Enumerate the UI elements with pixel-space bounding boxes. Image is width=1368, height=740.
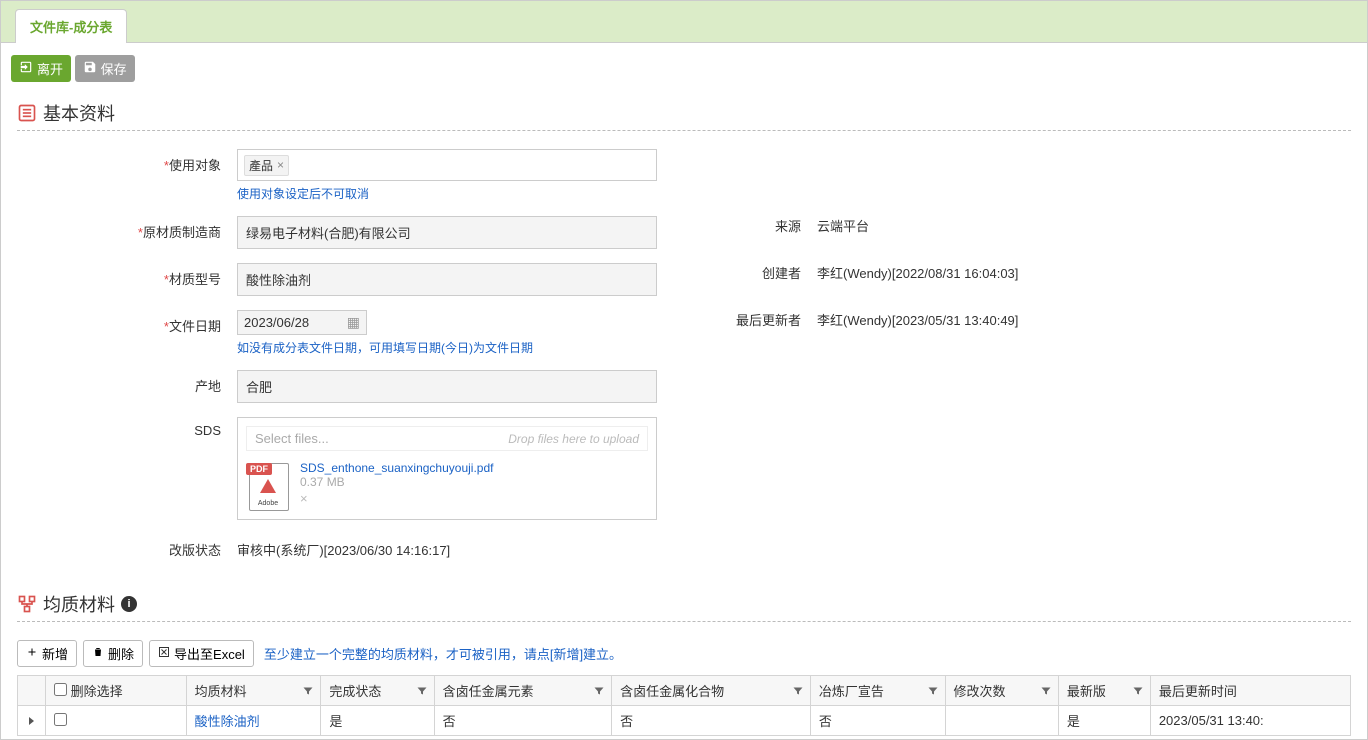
material-link[interactable]: 酸性除油剂 <box>195 714 260 729</box>
rev-status-value: 审核中(系统厂)[2023/06/30 14:16:17] <box>237 534 677 559</box>
filter-icon[interactable] <box>1040 685 1052 697</box>
info-icon[interactable]: i <box>121 596 137 612</box>
updater-value: 李红(Wendy)[2023/05/31 13:40:49] <box>817 310 1351 329</box>
col-halogen-comp[interactable]: 含卤任金属化合物 <box>612 676 811 706</box>
logout-icon <box>19 60 33 77</box>
sds-label: SDS <box>17 417 237 438</box>
col-del-sel[interactable]: 删除选择 <box>46 676 187 706</box>
divider <box>17 130 1351 131</box>
sds-upload: Select files... Drop files here to uploa… <box>237 417 657 520</box>
model-label: *材质型号 <box>17 263 237 288</box>
col-complete[interactable]: 完成状态 <box>321 676 434 706</box>
table-row[interactable]: 酸性除油剂 是 否 否 否 是 2023/05/31 13:40: <box>18 706 1351 736</box>
select-files-button[interactable]: Select files... <box>255 431 329 446</box>
source-value: 云端平台 <box>817 216 1351 235</box>
doc-date-hint: 如没有成分表文件日期，可用填写日期(今日)为文件日期 <box>237 339 677 356</box>
cell-halogen-elem: 否 <box>434 706 611 736</box>
manufacturer-field: 绿易电子材料(合肥)有限公司 <box>237 216 657 249</box>
filter-icon[interactable] <box>927 685 939 697</box>
file-name-link[interactable]: SDS_enthone_suanxingchuyouji.pdf <box>300 461 493 475</box>
col-latest[interactable]: 最新版 <box>1058 676 1150 706</box>
uploaded-file: PDF Adobe SDS_enthone_suanxingchuyouji.p… <box>246 461 648 511</box>
tab-composition[interactable]: 文件库-成分表 <box>15 9 127 43</box>
plus-icon <box>26 646 38 661</box>
creator-label: 创建者 <box>677 263 817 282</box>
hm-hint: 至少建立一个完整的均质材料，才可被引用，请点[新增]建立。 <box>264 644 622 663</box>
apply-to-label: *使用对象 <box>17 149 237 174</box>
filter-icon[interactable] <box>416 685 428 697</box>
row-checkbox[interactable] <box>54 713 67 726</box>
select-all-checkbox[interactable] <box>54 683 67 696</box>
doc-date-label: *文件日期 <box>17 310 237 335</box>
creator-value: 李红(Wendy)[2022/08/31 16:04:03] <box>817 263 1351 282</box>
save-button[interactable]: 保存 <box>75 55 135 82</box>
hm-table: 删除选择 均质材料 完成状态 含卤任金属元素 含卤任金属化合物 冶炼厂宣告 修改… <box>17 675 1351 736</box>
calendar-icon[interactable]: ▦ <box>347 314 360 331</box>
delete-button[interactable]: 删除 <box>83 640 143 667</box>
cell-latest: 是 <box>1058 706 1150 736</box>
cell-last-update: 2023/05/31 13:40: <box>1150 706 1350 736</box>
export-label: 导出至Excel <box>174 644 245 663</box>
filter-icon[interactable] <box>302 685 314 697</box>
tree-icon <box>17 594 37 614</box>
action-bar: 离开 保存 <box>1 43 1367 94</box>
divider <box>17 621 1351 622</box>
rev-status-label: 改版状态 <box>17 534 237 559</box>
apply-to-hint: 使用对象设定后不可取消 <box>237 185 677 202</box>
col-mod-count[interactable]: 修改次数 <box>945 676 1058 706</box>
add-button[interactable]: 新增 <box>17 640 77 667</box>
filter-icon[interactable] <box>792 685 804 697</box>
add-label: 新增 <box>42 644 68 663</box>
drop-hint: Drop files here to upload <box>508 432 639 446</box>
excel-icon <box>158 646 170 661</box>
leave-button[interactable]: 离开 <box>11 55 71 82</box>
list-icon <box>17 103 37 123</box>
col-smelter[interactable]: 冶炼厂宣告 <box>810 676 945 706</box>
remove-tag-icon[interactable]: × <box>277 158 284 172</box>
section-basic-label: 基本资料 <box>43 100 115 126</box>
export-excel-button[interactable]: 导出至Excel <box>149 640 254 667</box>
cell-mod-count <box>945 706 1058 736</box>
save-icon <box>83 60 97 77</box>
source-label: 来源 <box>677 216 817 235</box>
section-hm-label: 均质材料 <box>43 591 115 617</box>
delete-label: 删除 <box>108 644 134 663</box>
apply-to-input[interactable]: 產品 × <box>237 149 657 181</box>
trash-icon <box>92 646 104 661</box>
remove-file-icon[interactable]: × <box>300 491 308 506</box>
model-field: 酸性除油剂 <box>237 263 657 296</box>
doc-date-field[interactable]: 2023/06/28 ▦ <box>237 310 367 335</box>
col-last-update[interactable]: 最后更新时间 <box>1150 676 1350 706</box>
section-hm-title: 均质材料 i <box>17 591 1351 617</box>
section-basic-title: 基本资料 <box>17 100 1351 126</box>
origin-label: 产地 <box>17 370 237 395</box>
cell-halogen-comp: 否 <box>612 706 811 736</box>
doc-date-value: 2023/06/28 <box>244 315 309 330</box>
tab-bar: 文件库-成分表 <box>1 1 1367 43</box>
expand-row-icon[interactable] <box>29 717 34 725</box>
file-size: 0.37 MB <box>300 475 493 489</box>
save-label: 保存 <box>101 59 127 78</box>
col-halogen-elem[interactable]: 含卤任金属元素 <box>434 676 611 706</box>
filter-icon[interactable] <box>1132 685 1144 697</box>
updater-label: 最后更新者 <box>677 310 817 329</box>
cell-smelter: 否 <box>810 706 945 736</box>
filter-icon[interactable] <box>593 685 605 697</box>
leave-label: 离开 <box>37 59 63 78</box>
col-material[interactable]: 均质材料 <box>186 676 321 706</box>
manufacturer-label: *原材质制造商 <box>17 216 237 241</box>
origin-field: 合肥 <box>237 370 657 403</box>
col-expand <box>18 676 46 706</box>
apply-to-tag: 產品 × <box>244 155 289 176</box>
pdf-icon: PDF Adobe <box>246 461 290 511</box>
cell-complete: 是 <box>321 706 434 736</box>
